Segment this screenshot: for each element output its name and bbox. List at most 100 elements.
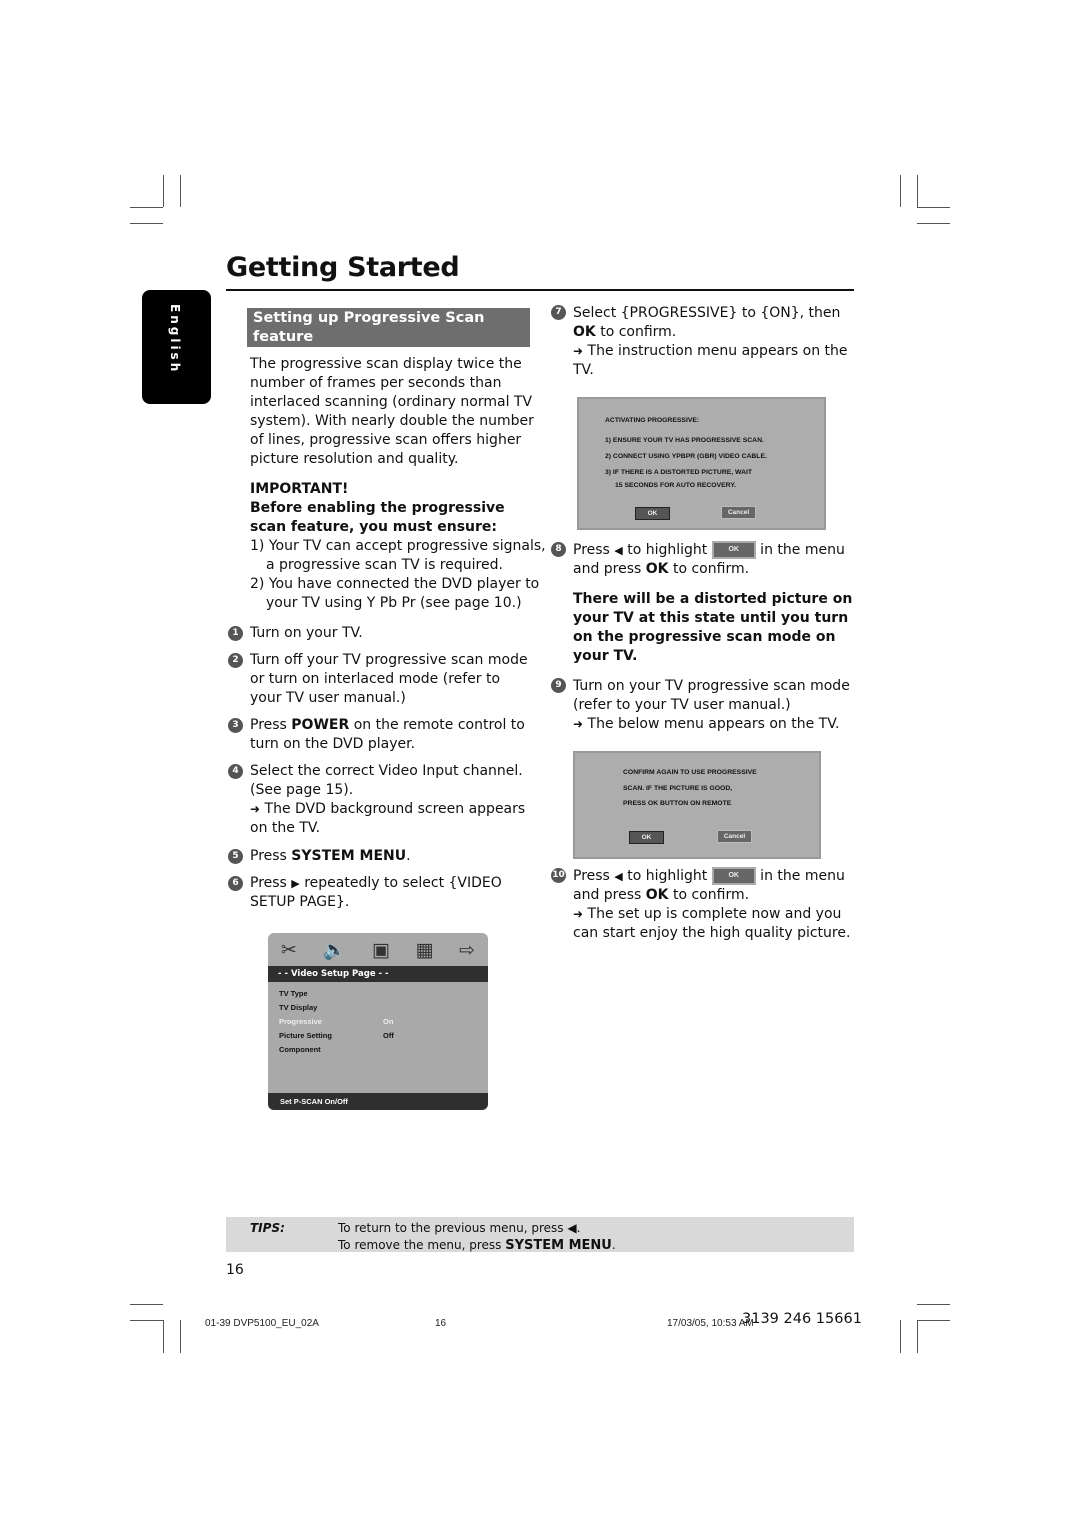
crop-mark [163, 175, 164, 207]
step-text-part: . [406, 848, 411, 864]
step-number-badge: 4 [228, 764, 243, 779]
dialog-line: 2) CONNECT USING YPBPR (GBR) VIDEO CABLE… [605, 453, 767, 460]
crop-mark [900, 175, 901, 207]
menu-item-progressive[interactable]: Progressive [279, 1017, 322, 1026]
cancel-button[interactable]: Cancel [721, 506, 756, 519]
menu-item-picture-setting[interactable]: Picture Setting [279, 1031, 332, 1040]
dialog-line: 3) IF THERE IS A DISTORTED PICTURE, WAIT [605, 469, 753, 476]
dialog-line: SCAN. IF THE PICTURE IS GOOD, [623, 785, 733, 792]
page-title: Getting Started [226, 252, 460, 283]
step-number-badge: 1 [228, 626, 243, 641]
ok-button-illustration: OK [711, 541, 756, 559]
step-7-text: Select {PROGRESSIVE} to {ON}, then OK to… [573, 304, 858, 380]
step-result: The set up is complete now and you can s… [573, 906, 851, 941]
crop-mark [180, 1320, 181, 1353]
dialog-title: ACTIVATING PROGRESSIVE: [605, 417, 700, 424]
menu-value-progressive[interactable]: On [383, 1017, 393, 1026]
tip-text-part: . [611, 1238, 616, 1252]
menu-item-component[interactable]: Component [279, 1045, 321, 1054]
video-setup-menu: ✂ 🔈 ▣ ▦ ⇨ - - Video Setup Page - - TV Ty… [268, 933, 488, 1110]
step-3-text: Press POWER on the remote control to tur… [250, 716, 535, 754]
distortion-warning: There will be a distorted picture on you… [573, 591, 853, 664]
intro-paragraph: The progressive scan display twice the n… [250, 356, 534, 467]
exit-icon[interactable]: ⇨ [459, 939, 475, 961]
step-result: The DVD background screen appears on the… [250, 801, 526, 836]
step-text-part: Select the correct Video Input channel. … [250, 763, 523, 798]
step-4-text: Select the correct Video Input channel. … [250, 762, 535, 838]
step-text-part: to confirm. [595, 324, 677, 340]
page-number: 16 [226, 1262, 244, 1278]
section-heading-line1: Setting up Progressive Scan feature [253, 310, 485, 345]
title-rule [226, 289, 854, 291]
important-label: IMPORTANT! [250, 481, 349, 497]
menu-icon-bar: ✂ 🔈 ▣ ▦ ⇨ [268, 933, 488, 966]
crop-mark [900, 1320, 901, 1353]
step-1-text: Turn on your TV. [250, 625, 363, 641]
speaker-icon[interactable]: 🔈 [322, 938, 346, 961]
menu-item-tv-display[interactable]: TV Display [279, 1003, 317, 1012]
step-text-part: to confirm. [668, 561, 750, 577]
left-arrow-key-icon: ◀ [614, 870, 623, 883]
step-text-part: to highlight [622, 542, 712, 558]
footer-file-id: 01-39 DVP5100_EU_02A [205, 1318, 319, 1329]
ok-key-label: OK [645, 561, 669, 577]
step-number-badge: 10 [551, 868, 566, 883]
preference-grid-icon[interactable]: ▦ [416, 939, 434, 961]
step-number-badge: 6 [228, 876, 243, 891]
language-label: English [168, 304, 182, 375]
menu-header: - - Video Setup Page - - [268, 966, 488, 982]
ok-key-label: OK [573, 324, 596, 340]
important-subheading: Before enabling the progressive scan fea… [250, 500, 505, 535]
footer-timestamp: 17/03/05, 10:53 AM [667, 1318, 754, 1329]
footer-page: 16 [435, 1318, 447, 1329]
crop-mark [917, 175, 918, 207]
step-8-text: Press ◀ to highlight OK in the menu and … [573, 541, 858, 579]
system-menu-key-label: SYSTEM MENU [505, 1238, 612, 1253]
section-heading: Setting up Progressive Scan feature (for… [247, 308, 530, 364]
tools-icon[interactable]: ✂ [281, 939, 297, 961]
step-text-part: Select {PROGRESSIVE} to {ON}, then [573, 305, 841, 321]
crop-mark [130, 1304, 163, 1305]
crop-mark [163, 1320, 164, 1353]
crop-mark [917, 1304, 950, 1305]
ok-key-label: OK [645, 887, 669, 903]
dialog-line: CONFIRM AGAIN TO USE PROGRESSIVE [623, 769, 757, 776]
cancel-button[interactable]: Cancel [717, 830, 752, 843]
dialog-line: PRESS OK BUTTON ON REMOTE [623, 800, 732, 807]
arrow-right-icon: ➜ [250, 802, 261, 816]
dialog-line: 1) ENSURE YOUR TV HAS PROGRESSIVE SCAN. [605, 437, 764, 444]
step-9-text: Turn on your TV progressive scan mode (r… [573, 677, 858, 734]
ok-button[interactable]: OK [629, 831, 664, 844]
step-text-part: to highlight [622, 868, 712, 884]
step-text-part: Press [250, 848, 292, 864]
step-number-badge: 2 [228, 653, 243, 668]
step-number-badge: 8 [551, 542, 566, 557]
crop-mark [917, 207, 950, 208]
menu-footer-hint: Set P-SCAN On/Off [268, 1093, 488, 1110]
crop-mark [130, 1320, 163, 1321]
step-text-part: to confirm. [668, 887, 750, 903]
crop-mark [917, 223, 950, 224]
crop-mark [917, 1320, 918, 1353]
right-arrow-key-icon: ▶ [291, 877, 300, 890]
step-number-badge: 9 [551, 678, 566, 693]
step-result: The below menu appears on the TV. [587, 716, 840, 732]
video-screens-icon[interactable]: ▣ [372, 939, 390, 961]
crop-mark [917, 1320, 950, 1321]
requirement-item: 2) You have connected the DVD player to … [250, 576, 540, 611]
arrow-right-icon: ➜ [573, 907, 584, 921]
step-6-text: Press ▶ repeatedly to select {VIDEO SETU… [250, 874, 535, 912]
step-number-badge: 7 [551, 305, 566, 320]
menu-value-picture-setting[interactable]: Off [383, 1031, 394, 1040]
ok-button[interactable]: OK [635, 507, 670, 520]
tips-line-2: To remove the menu, press SYSTEM MENU. [338, 1238, 616, 1253]
step-number-badge: 3 [228, 718, 243, 733]
part-number: 3139 246 15661 [742, 1311, 862, 1327]
step-number-badge: 5 [228, 849, 243, 864]
menu-item-tv-type[interactable]: TV Type [279, 989, 308, 998]
language-tab: English [142, 290, 211, 404]
step-2-text: Turn off your TV progressive scan mode o… [250, 652, 528, 706]
step-text-part: Turn on your TV progressive scan mode (r… [573, 678, 850, 713]
arrow-right-icon: ➜ [573, 717, 584, 731]
step-10-text: Press ◀ to highlight OK in the menu and … [573, 867, 858, 943]
